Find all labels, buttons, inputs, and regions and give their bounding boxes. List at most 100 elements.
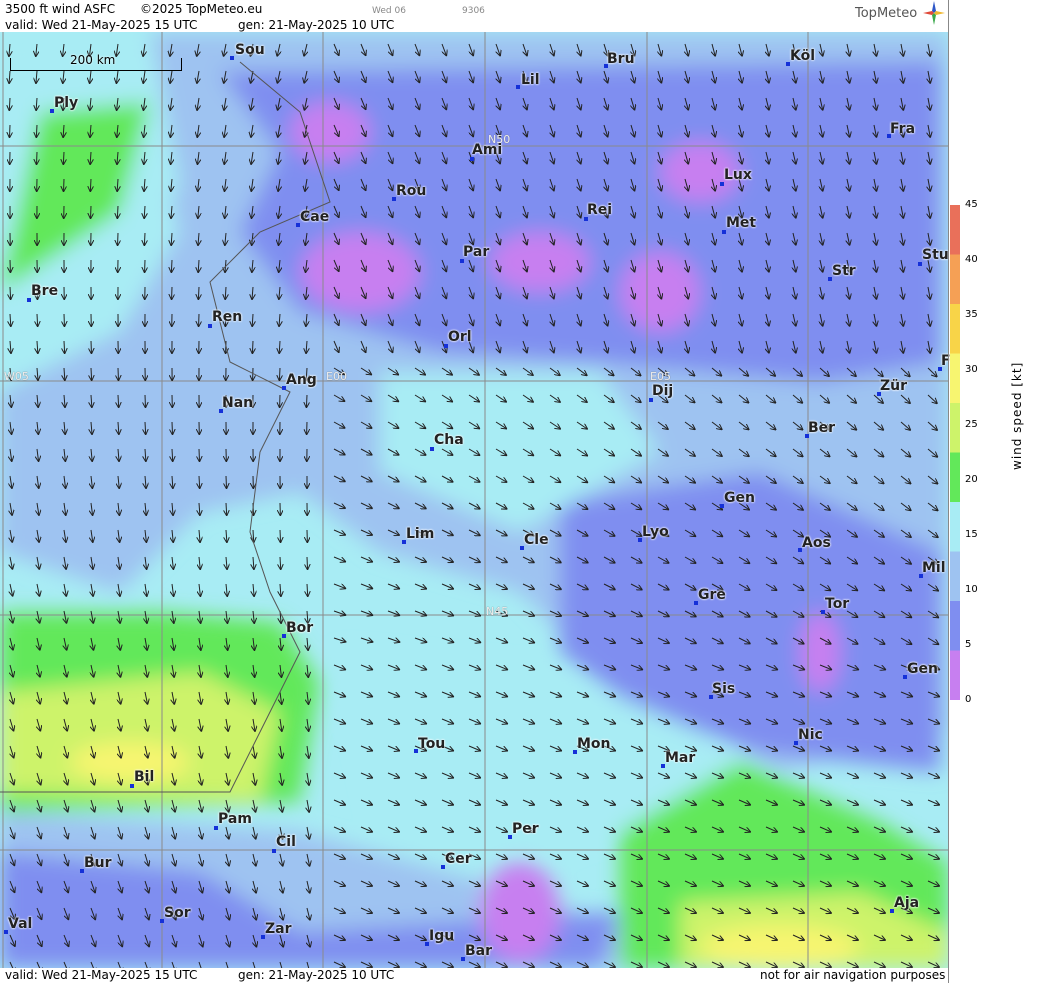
legend-tick: 10 <box>965 584 978 595</box>
city-label: Lim <box>406 526 435 542</box>
legend-tick: 20 <box>965 474 978 485</box>
wind-arrow <box>468 583 480 589</box>
panel-divider <box>948 0 949 983</box>
wind-arrow <box>495 637 507 642</box>
wind-arrow <box>145 583 147 596</box>
city-label: Dij <box>652 383 674 399</box>
wind-arrow <box>927 772 939 778</box>
legend-tick: 0 <box>965 694 972 705</box>
city-label: Zar <box>265 921 292 937</box>
city-label: Met <box>726 215 757 231</box>
city-label: Tor <box>825 596 850 612</box>
wind-arrow <box>280 529 281 542</box>
wind-arrow <box>90 178 91 191</box>
wind-arrow <box>307 637 308 650</box>
city-label: Nic <box>798 727 823 743</box>
city-label: Bru <box>607 51 635 67</box>
scale-bar-label: 200 km <box>70 53 116 67</box>
wind-arrow <box>37 313 38 326</box>
city-label: Per <box>512 821 539 837</box>
legend-tick: 40 <box>965 254 978 265</box>
city-label: Igu <box>429 928 455 944</box>
city-label: Val <box>8 916 33 932</box>
legend-tick: 25 <box>965 419 978 430</box>
wind-arrow <box>846 772 858 778</box>
city-label: Zür <box>880 378 908 394</box>
city-label: Mil <box>922 560 946 576</box>
wind-arrow <box>900 826 912 832</box>
city-label: Cil <box>276 834 296 850</box>
wind-arrow <box>171 205 172 218</box>
wind-arrow <box>576 853 588 859</box>
grid-label-n45: N45 <box>486 605 509 618</box>
valid-time: valid: Wed 21-May-2025 15 UTC <box>5 18 198 32</box>
wind-arrow <box>522 853 534 859</box>
wind-arrow <box>387 638 399 642</box>
wind-arrow <box>64 583 66 596</box>
city-label: Bre <box>31 283 59 299</box>
wind-arrow <box>199 475 200 488</box>
wind-arrow <box>360 583 372 588</box>
wind-arrow <box>199 583 200 596</box>
city-label: Bar <box>465 943 493 959</box>
wind-arrow <box>549 853 561 859</box>
wind-arrow <box>144 232 145 245</box>
wind-arrow <box>441 583 453 589</box>
wind-arrow <box>91 583 93 596</box>
wind-arrow <box>333 691 345 697</box>
wind-arrow <box>333 529 345 535</box>
wind-arrow <box>819 772 831 778</box>
wind-arrow <box>603 853 615 859</box>
wind-arrow <box>145 421 146 434</box>
wind-arrow <box>576 880 588 886</box>
legend-title: wind speed [kt] <box>1010 361 1024 470</box>
legend-swatch <box>950 205 960 255</box>
wind-arrow <box>333 745 345 751</box>
wind-arrow <box>91 367 92 380</box>
wind-arrow <box>226 529 227 542</box>
wind-arrow <box>333 799 345 805</box>
product-title: 3500 ft wind ASFC <box>5 2 116 16</box>
city-label: Bor <box>286 620 314 636</box>
compass-star-icon <box>923 1 945 25</box>
wind-arrow <box>199 529 200 542</box>
city-label: Cer <box>445 851 472 867</box>
wind-arrow <box>927 826 939 832</box>
wind-arrow <box>280 556 281 569</box>
city-label: Sor <box>164 905 191 921</box>
legend-tick: 5 <box>965 639 972 650</box>
wind-arrow <box>279 367 280 380</box>
city-label: Lux <box>724 167 752 183</box>
topmeteo-logo-text: TopMeteo <box>855 6 918 21</box>
city-label: Tou <box>418 736 446 752</box>
city-label: Ami <box>472 142 503 158</box>
wind-arrow <box>360 799 372 805</box>
city-label: Orl <box>448 329 472 345</box>
wind-arrow <box>63 151 64 164</box>
wind-arrow <box>333 772 345 778</box>
wind-arrow <box>333 638 345 642</box>
wind-arrow <box>307 799 309 812</box>
wind-arrow <box>360 556 372 562</box>
wind-arrow <box>603 907 615 913</box>
day-code: Wed 06 <box>372 6 406 16</box>
legend-swatch <box>950 452 960 503</box>
city-label: Ang <box>286 372 317 388</box>
city-label: Ply <box>54 95 79 111</box>
color-legend-bar <box>950 205 960 700</box>
wind-arrow <box>171 232 172 245</box>
city-label: Nan <box>222 395 254 411</box>
wind-arrow <box>333 611 345 615</box>
city-label: Bil <box>134 769 155 785</box>
city-label: Bur <box>84 855 112 871</box>
wind-arrow <box>549 664 561 669</box>
wind-arrow <box>360 638 372 642</box>
wind-arrow <box>306 394 307 407</box>
city-label: Aja <box>894 895 920 911</box>
wind-arrow <box>900 799 912 805</box>
wind-arrow <box>172 448 173 461</box>
grid-label-e05: E05 <box>650 370 671 383</box>
city-label: Rou <box>396 183 427 199</box>
wind-arrow <box>307 583 308 596</box>
generated-time: gen: 21-May-2025 10 UTC <box>238 18 395 32</box>
